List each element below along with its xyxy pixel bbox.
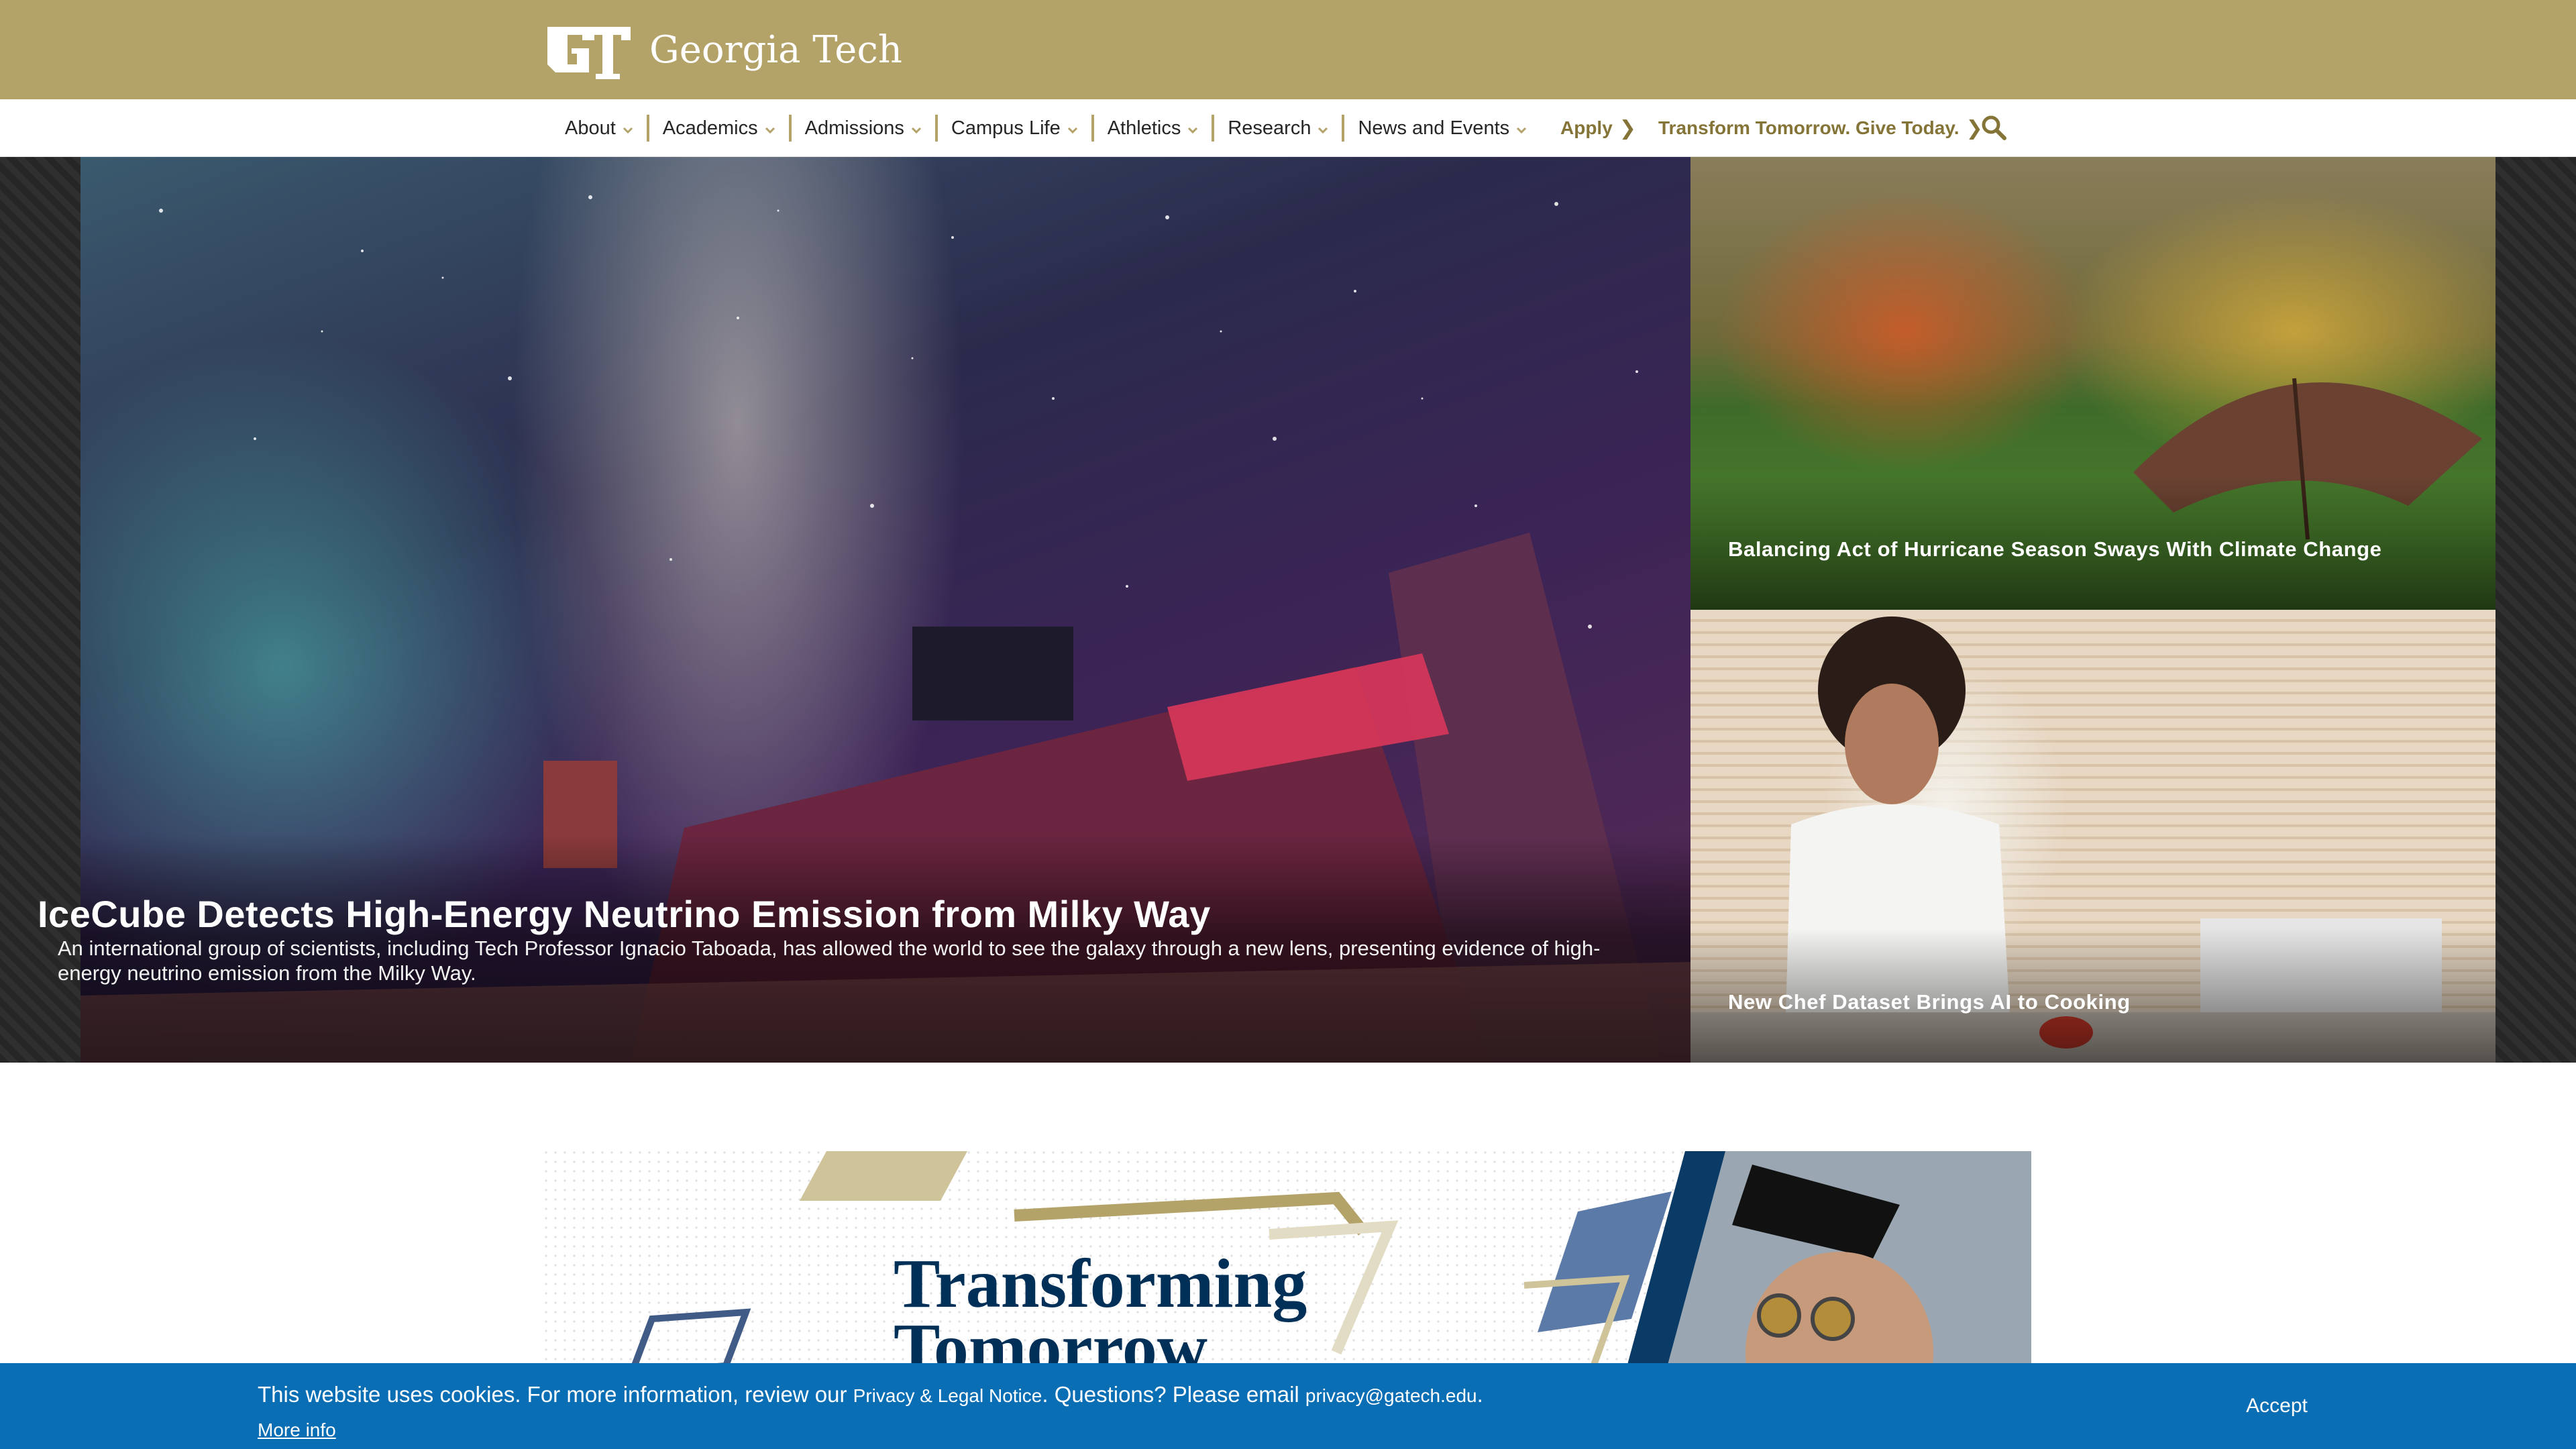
cookie-message: This website uses cookies. For more info… [258,1382,1483,1407]
chevron-down-icon [1188,127,1198,134]
story-card-chef-dataset[interactable]: New Chef Dataset Brings AI to Cooking [1690,610,2496,1063]
nav-item-academics[interactable]: Academics [646,115,789,142]
apply-link[interactable]: Apply ❯ [1560,99,1636,157]
nav-item-label: Athletics [1107,117,1181,139]
chevron-down-icon [623,127,633,134]
card-title: Balancing Act of Hurricane Season Sways … [1728,537,2382,561]
nav-item-campus-life[interactable]: Campus Life [934,115,1091,142]
cookie-text-middle: . Questions? Please email [1042,1382,1305,1407]
nav-item-research[interactable]: Research [1212,115,1342,142]
nav-item-label: Academics [662,117,758,139]
chevron-right-icon: ❯ [1619,117,1636,140]
banner-title-line-1: Transforming [894,1245,1307,1322]
cookie-text-end: . [1477,1382,1483,1407]
chevron-down-icon [1318,127,1328,134]
privacy-email-link[interactable]: privacy@gatech.edu [1305,1385,1477,1406]
search-icon[interactable] [1980,114,2007,141]
georgia-tech-logo[interactable]: Georgia Tech [542,20,902,79]
main-navigation: About Academics Admissions Campus Life A… [0,99,2576,157]
apply-label: Apply [1560,117,1613,138]
nav-item-label: Admissions [804,117,904,139]
chevron-down-icon [911,127,921,134]
give-label: Transform Tomorrow. Give Today. [1658,117,1960,138]
chevron-down-icon [765,127,775,134]
story-card-hurricane[interactable]: Balancing Act of Hurricane Season Sways … [1690,157,2496,610]
nav-item-label: Campus Life [951,117,1061,139]
gt-logo-icon [547,27,631,79]
chevron-down-icon [1517,127,1527,134]
cookie-consent-bar: This website uses cookies. For more info… [0,1363,2576,1449]
nav-item-about[interactable]: About [550,115,647,142]
logo-text: Georgia Tech [649,28,902,72]
nav-item-athletics[interactable]: Athletics [1091,115,1212,142]
more-info-link[interactable]: More info [258,1419,336,1441]
cookie-text-before: This website uses cookies. For more info… [258,1382,853,1407]
nav-item-label: About [565,117,616,139]
hero-title[interactable]: IceCube Detects High-Energy Neutrino Emi… [38,892,1211,936]
accept-cookies-button[interactable]: Accept [2230,1387,2324,1425]
hero-description: An international group of scientists, in… [58,936,1601,985]
banner-title: Transforming Tomorrow [894,1245,1307,1383]
nav-item-label: Research [1228,117,1311,139]
nav-item-admissions[interactable]: Admissions [788,115,935,142]
nav-item-news-and-events[interactable]: News and Events [1342,115,1540,142]
site-header: Georgia Tech [0,0,2576,99]
nav-item-label: News and Events [1358,117,1510,139]
chevron-down-icon [1067,127,1077,134]
nav-list: About Academics Admissions Campus Life A… [550,99,1540,157]
give-link[interactable]: Transform Tomorrow. Give Today. ❯ [1658,99,1983,157]
card-title: New Chef Dataset Brings AI to Cooking [1728,990,2131,1014]
privacy-notice-link[interactable]: Privacy & Legal Notice [853,1385,1042,1406]
